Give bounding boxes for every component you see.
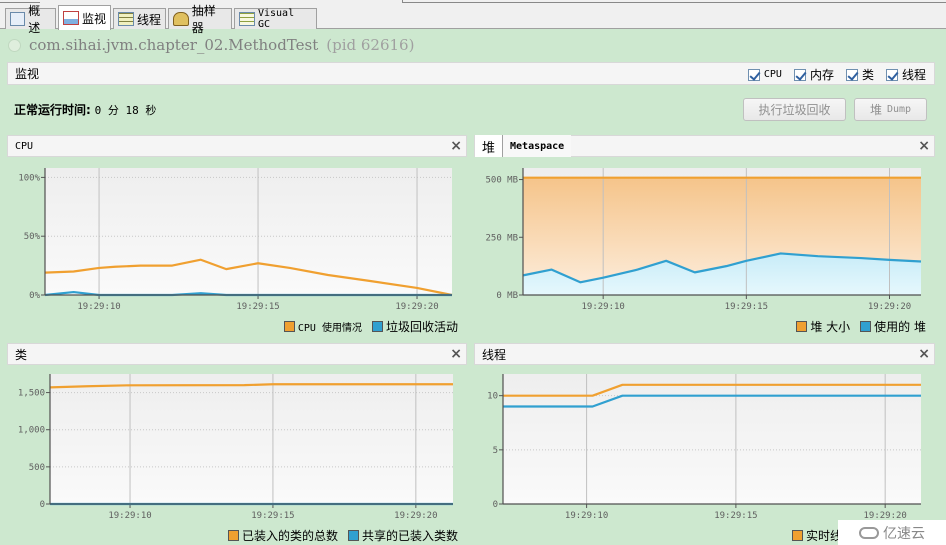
application-title: com.sihai.jvm.chapter_02.MethodTest (pid… [8, 36, 414, 54]
y-tick-label: 1,000 [18, 426, 45, 436]
x-tick-label: 19:29:15 [236, 302, 279, 310]
tab-sampler[interactable]: 抽样器 [168, 4, 232, 35]
x-tick-label: 19:29:15 [714, 511, 757, 521]
y-tick-label: 0 [40, 500, 45, 510]
threads-panel-header: 线程 × [474, 343, 935, 365]
monitor-section-title: 监视 [15, 67, 40, 81]
legend-item-total-loaded-classes: 已装入的类的总数 [227, 527, 338, 544]
app-name: com.sihai.jvm.chapter_02.MethodTest [29, 36, 319, 54]
cpu-panel-title: CPU [15, 140, 34, 152]
main-tab-bar: 概述 监视 线程 抽样器 Visual GC [0, 4, 946, 35]
tab-label: 线程 [137, 12, 162, 27]
threads-chart: 051019:29:10 19:29:15 19:29:20 [487, 374, 921, 521]
checkbox-checked-icon [885, 68, 898, 81]
close-icon[interactable]: × [450, 346, 462, 362]
checkbox-checked-icon [845, 68, 858, 81]
monitor-icon [63, 11, 79, 25]
watermark: 亿速云 [838, 520, 946, 545]
legend-item-used-heap: 使用的 堆 [860, 318, 926, 335]
x-tick-label: 19:29:15 [725, 302, 768, 310]
y-tick-label: 500 MB [485, 176, 518, 186]
cpu-checkbox[interactable]: CPU [747, 66, 782, 83]
legend-swatch-blue [860, 321, 872, 332]
tab-label: 概述 [28, 4, 41, 35]
uptime-value: 0 分 18 秒 [94, 104, 157, 117]
x-tick-label: 19:29:20 [395, 302, 438, 310]
heap-chart: 0 MB 250 MB 500 MB 19:29:10 19:29:15 19:29:20 [485, 168, 922, 310]
panel-visibility-checkboxes: CPU 内存 类 线程 [747, 66, 926, 83]
y-tick-label: 0 MB [496, 291, 518, 301]
tab-metaspace[interactable]: Metaspace [503, 135, 572, 157]
x-tick-label: 19:29:20 [868, 302, 911, 310]
plot-area [45, 168, 452, 295]
memory-checkbox[interactable]: 内存 [793, 66, 834, 83]
legend-item-shared-loaded-classes: 共享的已装入类数 [347, 527, 458, 544]
uptime: 正常运行时间: 0 分 18 秒 [14, 101, 156, 118]
legend-item-gc-activity: 垃圾回收活动 [371, 318, 458, 335]
legend-swatch-orange [792, 530, 803, 541]
legend-swatch-orange [283, 321, 295, 332]
tab-label: 抽样器 [191, 4, 216, 35]
close-icon[interactable]: × [918, 346, 930, 362]
monitor-section-header: 监视 CPU 内存 类 线程 [7, 62, 935, 85]
y-tick-label: 0 [493, 500, 498, 510]
y-tick-label: 10 [487, 392, 498, 402]
legend-swatch-orange [796, 321, 808, 332]
y-tick-label: 100% [18, 173, 40, 183]
classes-panel-title: 类 [15, 347, 28, 362]
legend-swatch-orange [227, 530, 239, 541]
overview-icon [10, 12, 26, 26]
tab-label: 监视 [82, 11, 107, 26]
x-tick-label: 19:29:10 [581, 302, 624, 310]
threads-checkbox[interactable]: 线程 [885, 66, 926, 83]
uptime-label: 正常运行时间: [14, 103, 91, 117]
y-tick-label: 250 MB [485, 233, 518, 243]
heap-chart-legend: 堆 大小 使用的 堆 [796, 318, 926, 335]
y-tick-label: 5 [493, 446, 498, 456]
tab-monitor[interactable]: 监视 [58, 5, 111, 30]
close-icon[interactable]: × [450, 138, 462, 154]
app-status-icon [8, 38, 21, 52]
legend-swatch-blue [371, 321, 383, 332]
threads-panel-title: 线程 [482, 347, 507, 362]
sampler-icon [173, 12, 189, 26]
close-icon[interactable]: × [918, 138, 930, 154]
y-tick-label: 0% [29, 291, 40, 301]
classes-chart-legend: 已装入的类的总数 共享的已装入类数 [227, 527, 458, 544]
y-tick-label: 1,500 [18, 389, 45, 399]
app-pid: (pid 62616) [326, 36, 415, 54]
x-tick-label: 19:29:10 [77, 302, 120, 310]
memory-panel-header: 堆 Metaspace × [474, 135, 935, 157]
x-tick-label: 19:29:15 [251, 511, 294, 521]
heap-dump-button[interactable]: 堆 Dump [854, 98, 927, 121]
classes-chart: 0 500 1,000 1,500 19:29:10 19:29:15 19:29:20 [18, 374, 453, 521]
perform-gc-button[interactable]: 执行垃圾回收 [743, 98, 846, 121]
threads-icon [118, 12, 134, 26]
checkbox-checked-icon [747, 68, 760, 81]
tab-threads[interactable]: 线程 [113, 8, 166, 29]
cpu-chart: 0% 50% 100% 19:29:10 19:29:15 19:29:20 [18, 168, 453, 310]
cloud-logo-icon [859, 526, 879, 539]
legend-item-cpu-usage: CPU 使用情况 [283, 319, 362, 334]
x-tick-label: 19:29:20 [394, 511, 437, 521]
x-tick-label: 19:29:10 [108, 511, 151, 521]
legend-item-heap-size: 堆 大小 [796, 318, 850, 335]
y-tick-label: 50% [24, 232, 41, 242]
cpu-chart-legend: CPU 使用情况 垃圾回收活动 [283, 318, 458, 335]
plot-area [50, 374, 453, 504]
tab-label: Visual GC [257, 8, 295, 30]
classes-checkbox[interactable]: 类 [845, 66, 874, 83]
tab-heap[interactable]: 堆 [475, 135, 504, 157]
legend-swatch-blue [347, 530, 359, 541]
checkbox-checked-icon [793, 68, 806, 81]
visual-gc-icon [239, 12, 255, 26]
tab-visual-gc[interactable]: Visual GC [234, 8, 317, 30]
plot-area [503, 374, 921, 504]
classes-panel-header: 类 × [7, 343, 467, 365]
tab-overview[interactable]: 概述 [5, 4, 56, 35]
y-tick-label: 500 [29, 463, 45, 473]
cpu-panel-header: CPU × [7, 135, 467, 157]
x-tick-label: 19:29:10 [565, 511, 608, 521]
